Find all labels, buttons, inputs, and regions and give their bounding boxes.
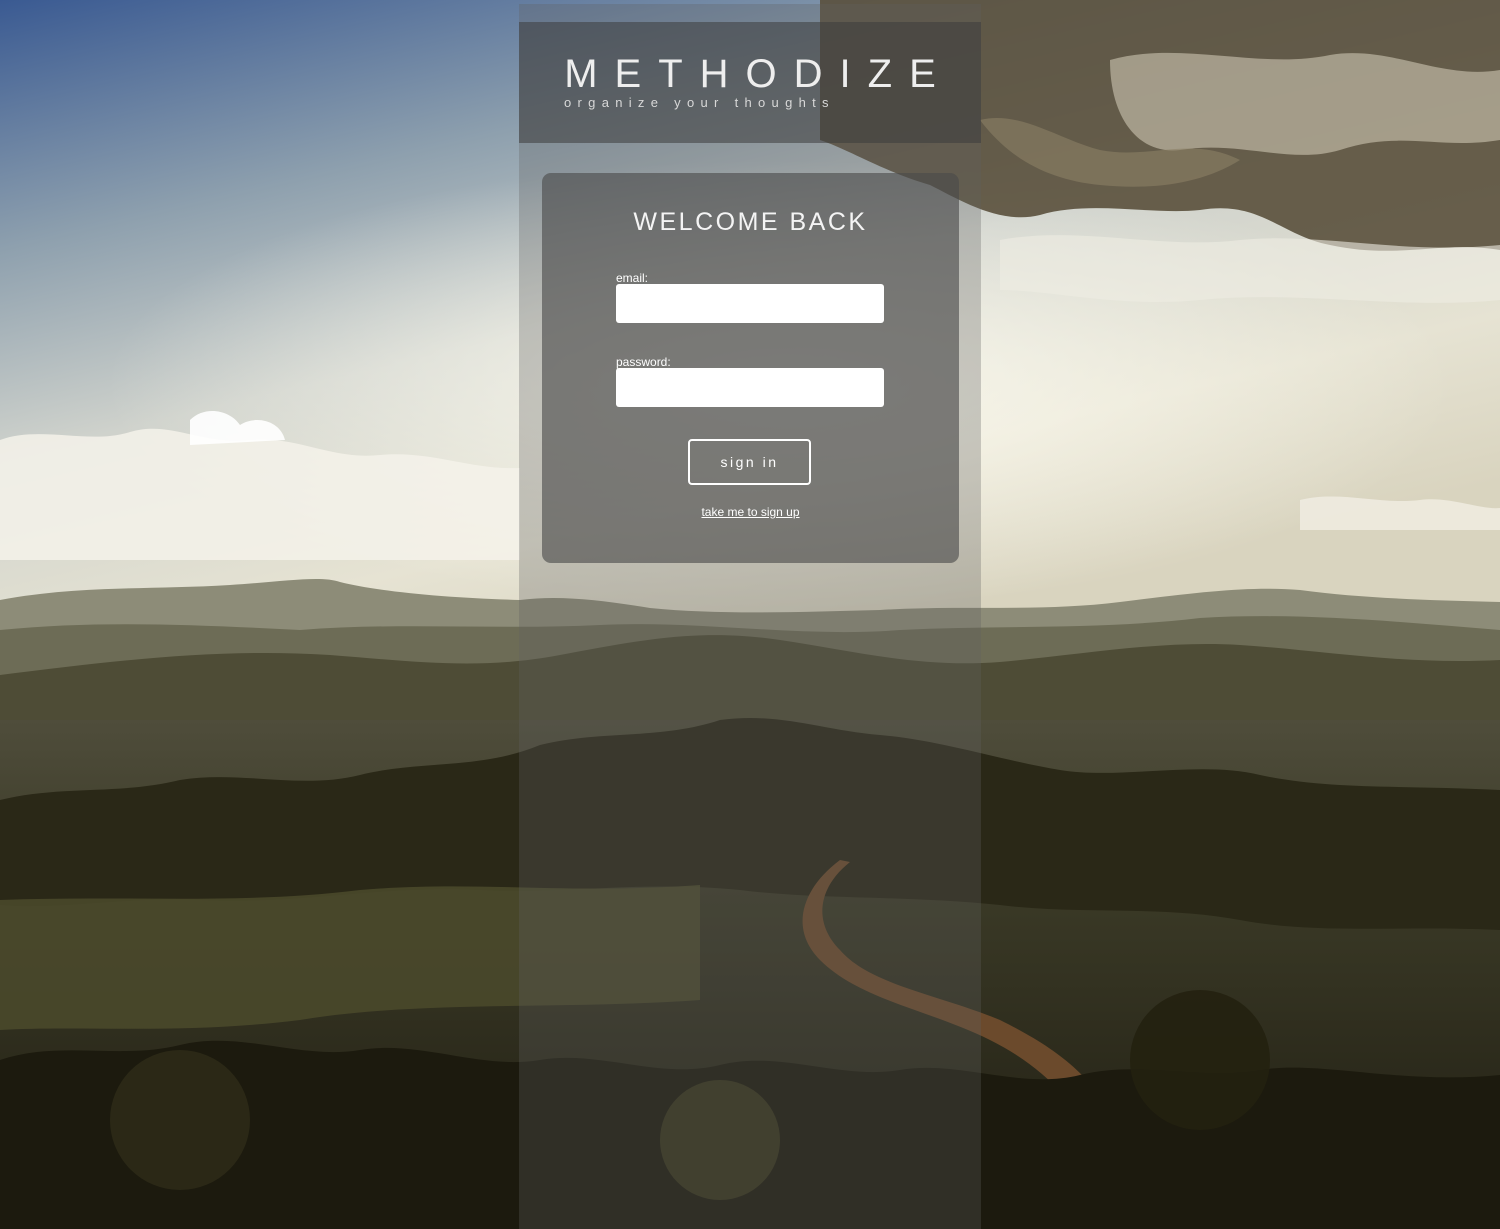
brand-tagline: organize your thoughts [564,95,835,110]
sign-up-link[interactable]: take me to sign up [701,505,799,519]
password-label: password: [616,355,671,369]
login-page: METHODIZE organize your thoughts WELCOME… [0,0,1500,1229]
brand-title: METHODIZE [564,52,953,96]
email-label: email: [616,271,649,285]
email-field[interactable] [616,284,884,323]
sign-in-button[interactable]: sign in [688,439,811,485]
password-field[interactable] [616,368,884,407]
login-card: WELCOME BACK email: password: sign in ta… [542,173,959,563]
welcome-heading: WELCOME BACK [633,208,868,236]
signup-link-container: take me to sign up [542,505,959,519]
